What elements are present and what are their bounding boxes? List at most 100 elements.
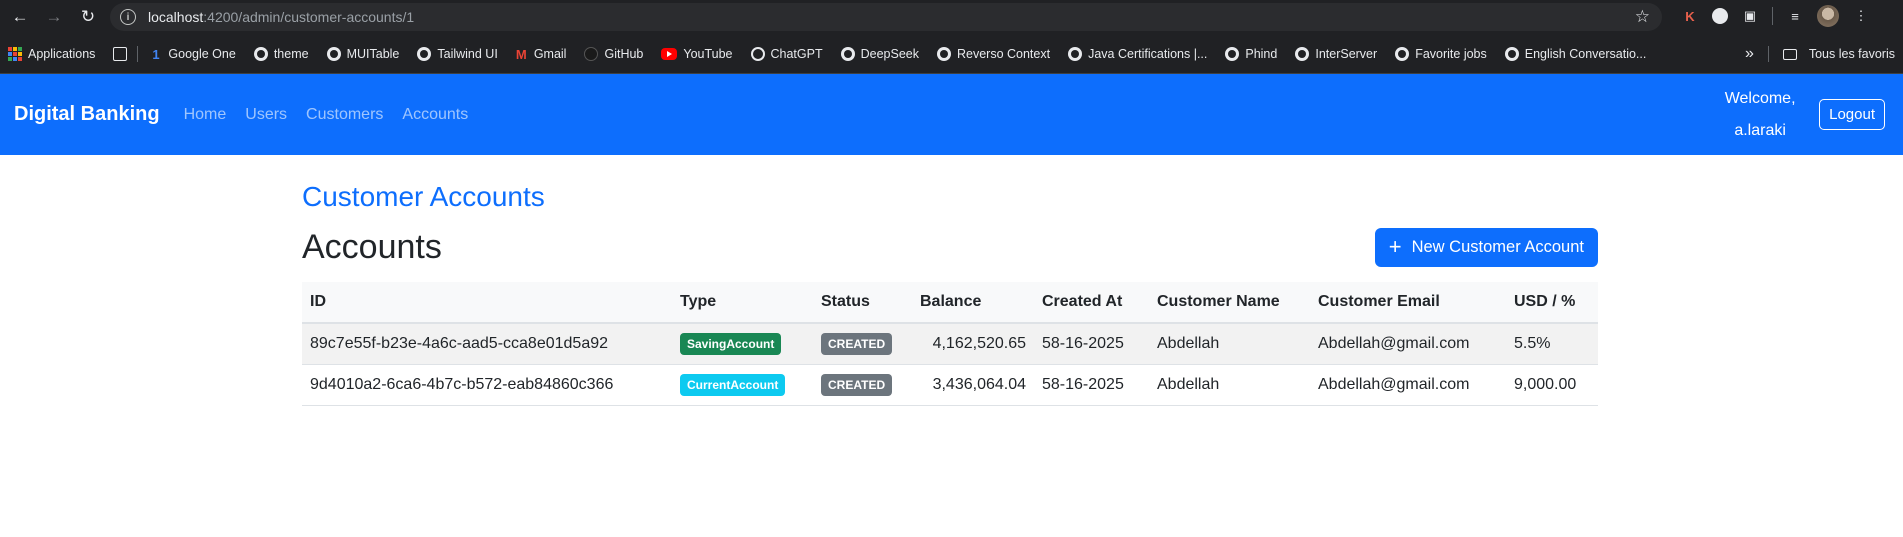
globe-icon	[1504, 46, 1519, 61]
globe-icon	[1395, 46, 1410, 61]
all-bookmarks-folder[interactable]: Tous les favoris	[1782, 47, 1895, 61]
brand-logo-text[interactable]: Digital Banking	[14, 103, 160, 126]
toolbar-divider	[1772, 7, 1773, 25]
youtube-icon	[661, 47, 678, 60]
bookmark-star-icon[interactable]: ☆	[1635, 7, 1650, 27]
apps-grid-icon	[8, 46, 22, 61]
media-queue-icon[interactable]: ≡	[1785, 6, 1805, 26]
gmail-icon: M	[515, 46, 527, 62]
status-badge: CREATED	[821, 332, 893, 355]
cell-created-at: 58-16-2025	[1034, 323, 1149, 365]
cell-customer-email: Abdellah@gmail.com	[1310, 323, 1506, 365]
bookmark-youtube[interactable]: YouTube	[661, 47, 733, 61]
status-badge: CREATED	[821, 373, 893, 396]
cell-customer-name: Abdellah	[1149, 323, 1310, 365]
cell-customer-email: Abdellah@gmail.com	[1310, 364, 1506, 406]
back-arrow-icon[interactable]: ←	[6, 3, 34, 31]
profile-avatar[interactable]	[1817, 5, 1839, 27]
bookmark-english-conversation[interactable]: English Conversatio...	[1504, 46, 1646, 61]
globe-icon	[936, 46, 951, 61]
browser-toolbar: ← → ↻ i localhost:4200/admin/customer-ac…	[0, 0, 1903, 34]
section-title: Accounts	[302, 227, 442, 266]
bookmarks-bar: Applications 1 Google One theme MUITable…	[0, 34, 1903, 74]
globe-icon	[1225, 46, 1240, 61]
page-title: Customer Accounts	[302, 181, 545, 212]
type-badge: CurrentAccount	[680, 373, 786, 396]
kaspersky-extension-icon[interactable]: K	[1680, 6, 1700, 26]
column-header-customer-name: Customer Name	[1149, 282, 1310, 324]
google-one-icon: 1	[152, 46, 160, 62]
type-badge: SavingAccount	[680, 332, 782, 355]
github-icon	[584, 46, 599, 61]
bookmark-divider	[1767, 46, 1769, 62]
cell-usd-pct: 5.5%	[1506, 323, 1598, 365]
forward-arrow-icon[interactable]: →	[40, 3, 68, 31]
table-header-row: ID Type Status Balance Created At Custom…	[302, 282, 1598, 324]
new-customer-account-label: New Customer Account	[1411, 237, 1584, 256]
bookmark-google-one[interactable]: 1 Google One	[152, 46, 235, 62]
globe-icon	[253, 46, 268, 61]
nav-link-customers[interactable]: Customers	[306, 106, 383, 124]
folder-icon	[1782, 48, 1797, 60]
column-header-status: Status	[813, 282, 912, 324]
globe-icon	[840, 46, 855, 61]
bookmark-muitable[interactable]: MUITable	[326, 46, 399, 61]
column-header-customer-email: Customer Email	[1310, 282, 1506, 324]
nav-link-accounts[interactable]: Accounts	[402, 106, 468, 124]
bookmark-tailwind-ui[interactable]: Tailwind UI	[417, 46, 498, 61]
menu-kebab-icon[interactable]: ⋮	[1851, 6, 1871, 26]
globe-icon	[417, 46, 432, 61]
extension-circle-icon[interactable]	[1712, 8, 1728, 24]
cell-usd-pct: 9,000.00	[1506, 364, 1598, 406]
cell-balance: 3,436,064.04	[912, 364, 1034, 406]
username-text: a.laraki	[1734, 121, 1786, 139]
extensions-puzzle-icon[interactable]: ▣	[1740, 6, 1760, 26]
bookmark-phind[interactable]: Phind	[1225, 46, 1277, 61]
table-row[interactable]: 89c7e55f-b23e-4a6c-aad5-cca8e01d5a92 Sav…	[302, 323, 1598, 365]
address-bar[interactable]: i localhost:4200/admin/customer-accounts…	[110, 3, 1662, 31]
site-info-icon[interactable]: i	[120, 9, 136, 25]
bookmark-divider	[137, 45, 139, 62]
bookmark-reverso-context[interactable]: Reverso Context	[936, 46, 1050, 61]
section-header: Accounts + New Customer Account	[302, 225, 1598, 269]
main-content: Customer Accounts Accounts + New Custome…	[302, 175, 1598, 406]
bookmark-favorite-jobs[interactable]: Favorite jobs	[1395, 46, 1487, 61]
cell-id: 89c7e55f-b23e-4a6c-aad5-cca8e01d5a92	[302, 323, 672, 365]
squares-icon	[113, 46, 128, 61]
welcome-text: Welcome,	[1724, 89, 1796, 107]
cell-balance: 4,162,520.65	[912, 323, 1034, 365]
bookmark-interserver[interactable]: InterServer	[1295, 46, 1377, 61]
nav-link-users[interactable]: Users	[245, 106, 287, 124]
bookmark-java-certifications[interactable]: Java Certifications |...	[1068, 46, 1207, 61]
chatgpt-icon	[750, 46, 765, 61]
bookmark-squares[interactable]	[113, 46, 128, 61]
cell-customer-name: Abdellah	[1149, 364, 1310, 406]
nav-link-home[interactable]: Home	[184, 106, 227, 124]
cell-created-at: 58-16-2025	[1034, 364, 1149, 406]
bookmark-theme[interactable]: theme	[253, 46, 309, 61]
reload-icon[interactable]: ↻	[74, 3, 102, 31]
more-bookmarks-chevron-icon[interactable]: »	[1745, 45, 1754, 63]
bookmark-github[interactable]: GitHub	[584, 46, 643, 61]
column-header-id: ID	[302, 282, 672, 324]
globe-icon	[1068, 46, 1083, 61]
globe-icon	[1295, 46, 1310, 61]
column-header-type: Type	[672, 282, 813, 324]
new-customer-account-button[interactable]: + New Customer Account	[1374, 227, 1598, 267]
plus-icon: +	[1388, 234, 1402, 259]
bookmark-deepseek[interactable]: DeepSeek	[840, 46, 919, 61]
column-header-usd-pct: USD / %	[1506, 282, 1598, 324]
column-header-created-at: Created At	[1034, 282, 1149, 324]
column-header-balance: Balance	[912, 282, 1034, 324]
table-row[interactable]: 9d4010a2-6ca6-4b7c-b572-eab84860c366 Cur…	[302, 364, 1598, 406]
bookmark-chatgpt[interactable]: ChatGPT	[750, 46, 823, 61]
logout-button[interactable]: Logout	[1819, 99, 1885, 130]
app-navbar: Digital Banking Home Users Customers Acc…	[0, 74, 1903, 155]
bookmark-gmail[interactable]: M Gmail	[515, 46, 567, 62]
welcome-message: Welcome, a.laraki	[1715, 83, 1805, 147]
cell-id: 9d4010a2-6ca6-4b7c-b572-eab84860c366	[302, 364, 672, 406]
url-text[interactable]: localhost:4200/admin/customer-accounts/1	[148, 9, 414, 25]
globe-icon	[326, 46, 341, 61]
accounts-table: ID Type Status Balance Created At Custom…	[302, 282, 1598, 406]
bookmark-applications[interactable]: Applications	[8, 46, 95, 61]
